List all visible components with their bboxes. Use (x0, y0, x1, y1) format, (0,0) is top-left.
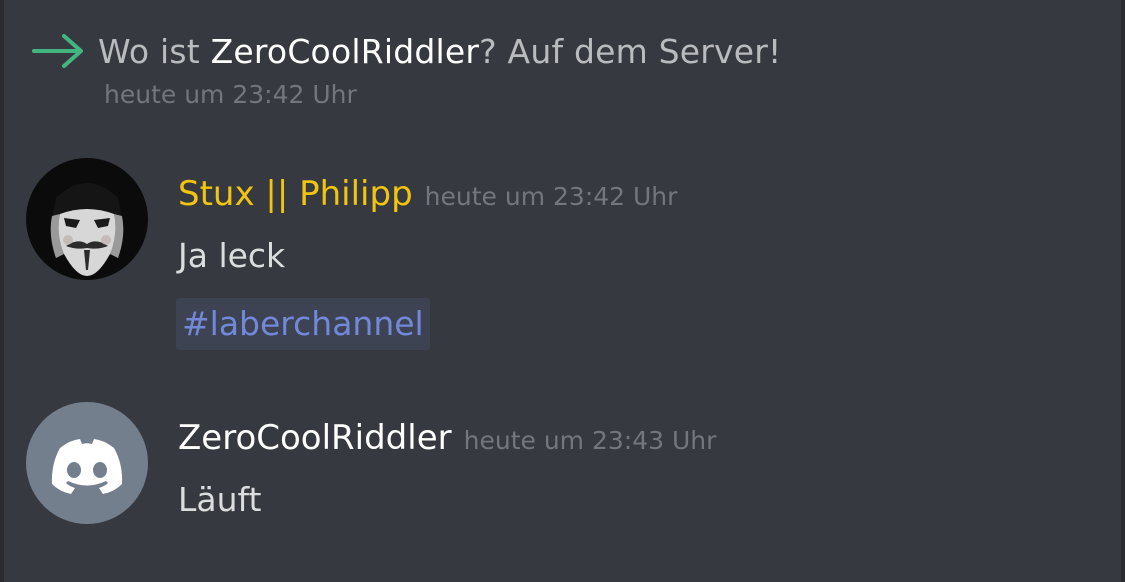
message-item: ZeroCoolRiddler heute um 23:43 Uhr Läuft (26, 402, 1106, 532)
system-message-timestamp: heute um 23:42 Uhr (104, 80, 357, 109)
system-message-prefix: Wo ist (98, 31, 211, 71)
message-text: Läuft (178, 480, 262, 519)
message-header: ZeroCoolRiddler heute um 23:43 Uhr (178, 418, 716, 462)
system-message-suffix: ? Auf dem Server! (479, 31, 782, 71)
system-join-message: Wo ist ZeroCoolRiddler? Auf dem Server! (30, 26, 782, 76)
system-message-text: Wo ist ZeroCoolRiddler? Auf dem Server! (98, 32, 782, 71)
message-author[interactable]: Stux || Philipp (178, 174, 413, 214)
message-timestamp: heute um 23:43 Uhr (463, 426, 717, 455)
message-text: Ja leck (178, 236, 286, 275)
chat-messages-pane: Wo ist ZeroCoolRiddler? Auf dem Server! … (0, 0, 1125, 582)
message-author[interactable]: ZeroCoolRiddler (178, 418, 452, 458)
guy-fawkes-mask-avatar[interactable] (26, 158, 148, 280)
message-header: Stux || Philipp heute um 23:42 Uhr (178, 174, 677, 218)
discord-default-avatar[interactable] (26, 402, 148, 524)
channel-mention-link[interactable]: #laberchannel (176, 298, 430, 350)
message-item: Stux || Philipp heute um 23:42 Uhr Ja le… (26, 158, 1106, 358)
system-message-username[interactable]: ZeroCoolRiddler (211, 32, 480, 71)
arrow-right-icon (30, 31, 86, 71)
message-timestamp: heute um 23:42 Uhr (424, 182, 678, 211)
